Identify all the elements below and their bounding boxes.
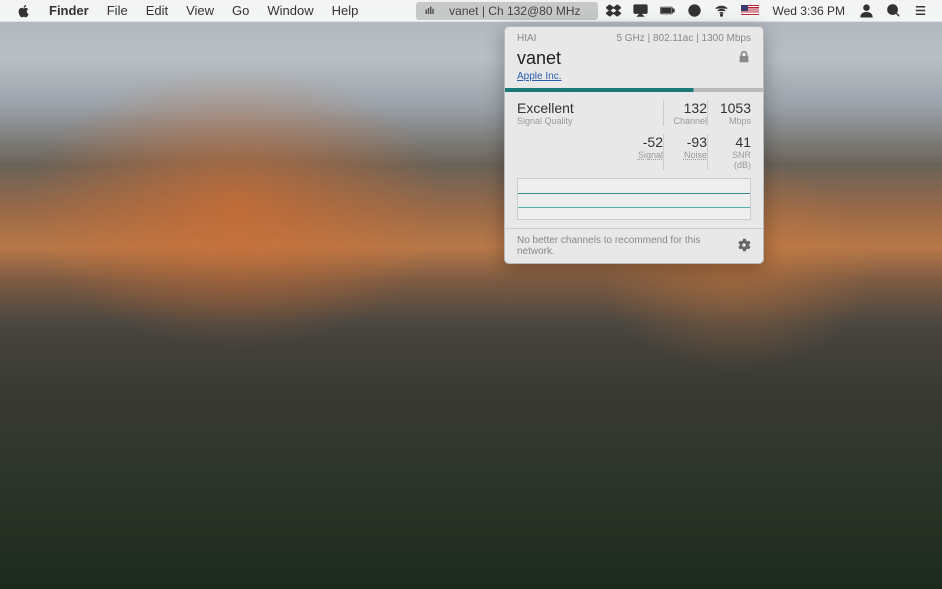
mbps-value: 1053: [716, 100, 751, 116]
noise-value: -93: [672, 134, 707, 150]
timemachine-icon[interactable]: [681, 3, 708, 18]
menu-help[interactable]: Help: [323, 0, 368, 22]
flag-icon[interactable]: [735, 5, 765, 16]
quality-label: Signal Quality: [517, 116, 663, 126]
lock-icon: [737, 50, 751, 67]
menu-edit[interactable]: Edit: [137, 0, 177, 22]
footer-text: No better channels to recommend for this…: [517, 235, 737, 257]
wifi-icon[interactable]: [708, 3, 735, 18]
menu-window[interactable]: Window: [258, 0, 322, 22]
wifi-status-text: vanet | Ch 132@80 MHz: [440, 0, 589, 22]
signal-value: -52: [627, 134, 663, 150]
menu-file[interactable]: File: [98, 0, 137, 22]
user-icon[interactable]: [853, 3, 880, 18]
noise-label: Noise: [672, 150, 707, 160]
spotlight-icon[interactable]: [880, 3, 907, 18]
connection-info: 5 GHz | 802.11ac | 1300 Mbps: [616, 33, 751, 44]
dropbox-icon[interactable]: [600, 3, 627, 18]
apple-menu-icon[interactable]: [8, 4, 40, 18]
clock[interactable]: Wed 3:36 PM: [765, 0, 853, 22]
wifi-status-menubar[interactable]: vanet | Ch 132@80 MHz: [416, 2, 597, 20]
quality-value: Excellent: [517, 100, 663, 116]
mbps-label: Mbps: [716, 116, 751, 126]
ssid-short: HIAI: [517, 33, 536, 44]
snr-value: 41: [716, 134, 751, 150]
battery-icon[interactable]: [654, 3, 681, 18]
app-name[interactable]: Finder: [40, 0, 98, 22]
airplay-icon[interactable]: [627, 3, 654, 18]
menubar: Finder File Edit View Go Window Help van…: [0, 0, 942, 22]
channel-label: Channel: [672, 116, 707, 126]
channel-value: 132: [672, 100, 707, 116]
wifi-diagnostics-panel: HIAI 5 GHz | 802.11ac | 1300 Mbps vanet …: [504, 26, 764, 264]
vendor-link[interactable]: Apple Inc.: [505, 71, 763, 88]
snr-label: SNR (dB): [716, 150, 751, 170]
network-name: vanet: [517, 48, 561, 69]
signal-graph: [517, 178, 751, 220]
signal-label: Signal: [627, 150, 663, 160]
gear-icon[interactable]: [737, 238, 751, 255]
menu-view[interactable]: View: [177, 0, 223, 22]
desktop-wallpaper: [0, 0, 942, 589]
notification-center-icon[interactable]: [907, 3, 934, 18]
menu-go[interactable]: Go: [223, 0, 258, 22]
